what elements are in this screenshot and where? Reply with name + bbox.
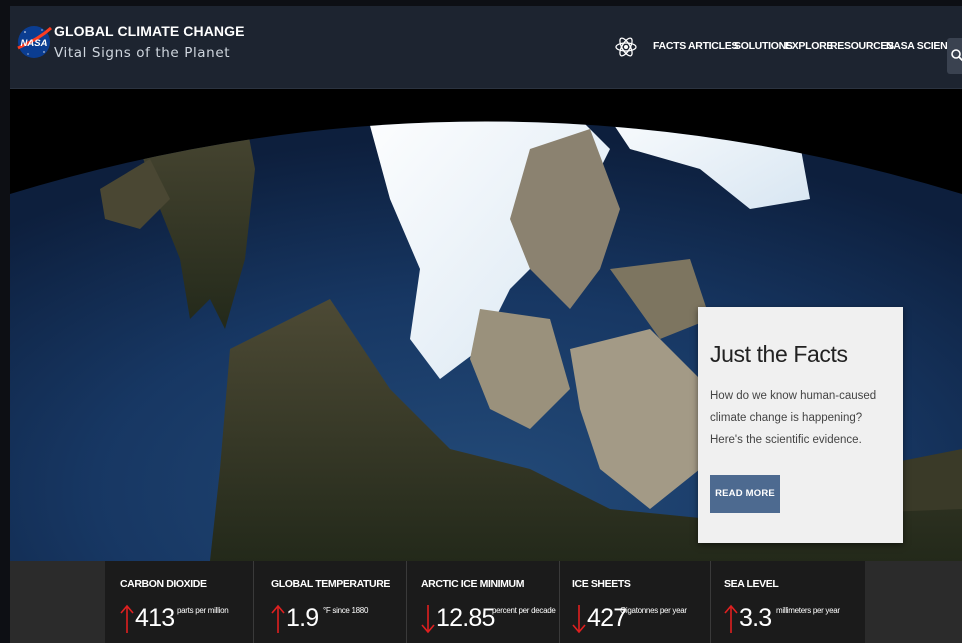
vital-label: ICE SHEETS xyxy=(572,578,631,590)
vital-sea-level[interactable]: SEA LEVEL 3.3 millimeters per year xyxy=(724,561,874,643)
site-header: NASA GLOBAL CLIMATE CHANGE Vital Signs o… xyxy=(10,6,962,89)
nav-solutions[interactable]: SOLUTIONS xyxy=(734,40,793,52)
site-title[interactable]: GLOBAL CLIMATE CHANGE xyxy=(54,23,245,39)
nav-resources[interactable]: RESOURCES xyxy=(830,40,894,52)
read-more-button[interactable]: READ MORE xyxy=(710,475,780,513)
arrow-up-icon xyxy=(724,604,738,633)
search-icon xyxy=(951,49,962,62)
vital-arctic-ice-minimum[interactable]: ARCTIC ICE MINIMUM 12.85 percent per dec… xyxy=(421,561,571,643)
nasa-logo-text: NASA xyxy=(21,38,48,49)
card-body: How do we know human-caused climate chan… xyxy=(710,390,877,446)
arrow-down-icon xyxy=(421,605,435,634)
vital-value: 413 xyxy=(135,604,175,632)
just-the-facts-card: Just the Facts How do we know human-caus… xyxy=(698,307,903,543)
vital-ice-sheets[interactable]: ICE SHEETS 427 Gigatonnes per year xyxy=(572,561,722,643)
arrow-down-icon xyxy=(572,605,586,634)
nav-facts[interactable]: FACTS xyxy=(653,40,686,52)
arrow-up-icon xyxy=(120,604,134,633)
vital-global-temperature[interactable]: GLOBAL TEMPERATURE 1.9 °F since 1880 xyxy=(271,561,421,643)
vital-divider xyxy=(710,561,711,643)
site-subtitle: Vital Signs of the Planet xyxy=(54,45,231,61)
vital-divider xyxy=(253,561,254,643)
card-title: Just the Facts xyxy=(710,341,848,367)
vital-label: CARBON DIOXIDE xyxy=(120,578,207,590)
vital-label: SEA LEVEL xyxy=(724,578,779,590)
nav-explore[interactable]: EXPLORE xyxy=(785,40,833,52)
search-button[interactable] xyxy=(947,38,962,74)
vital-label: GLOBAL TEMPERATURE xyxy=(271,578,390,590)
main-nav: FACTS ARTICLES SOLUTIONS EXPLORE RESOURC… xyxy=(610,26,962,62)
vital-value: 3.3 xyxy=(739,604,772,632)
vital-value: 12.85 xyxy=(436,604,495,632)
vital-divider xyxy=(559,561,560,643)
vital-label: ARCTIC ICE MINIMUM xyxy=(421,578,525,590)
vital-carbon-dioxide[interactable]: CARBON DIOXIDE 413 parts per million xyxy=(120,561,270,643)
vital-unit: Gigatonnes per year xyxy=(620,606,687,615)
vital-signs-bar: CARBON DIOXIDE 413 parts per million GLO… xyxy=(10,561,962,643)
hero-earth-image: Just the Facts How do we know human-caus… xyxy=(10,89,962,561)
vital-unit: millimeters per year xyxy=(776,606,840,615)
atom-icon[interactable] xyxy=(614,26,638,68)
nav-articles[interactable]: ARTICLES xyxy=(688,40,738,52)
vital-unit: percent per decade xyxy=(492,606,556,615)
page-frame: NASA GLOBAL CLIMATE CHANGE Vital Signs o… xyxy=(10,6,962,643)
nasa-logo[interactable]: NASA xyxy=(16,16,53,68)
vital-value: 1.9 xyxy=(286,604,319,632)
vital-divider xyxy=(406,561,407,643)
vital-unit: °F since 1880 xyxy=(323,606,369,615)
arrow-up-icon xyxy=(271,604,285,633)
vital-unit: parts per million xyxy=(177,606,229,615)
